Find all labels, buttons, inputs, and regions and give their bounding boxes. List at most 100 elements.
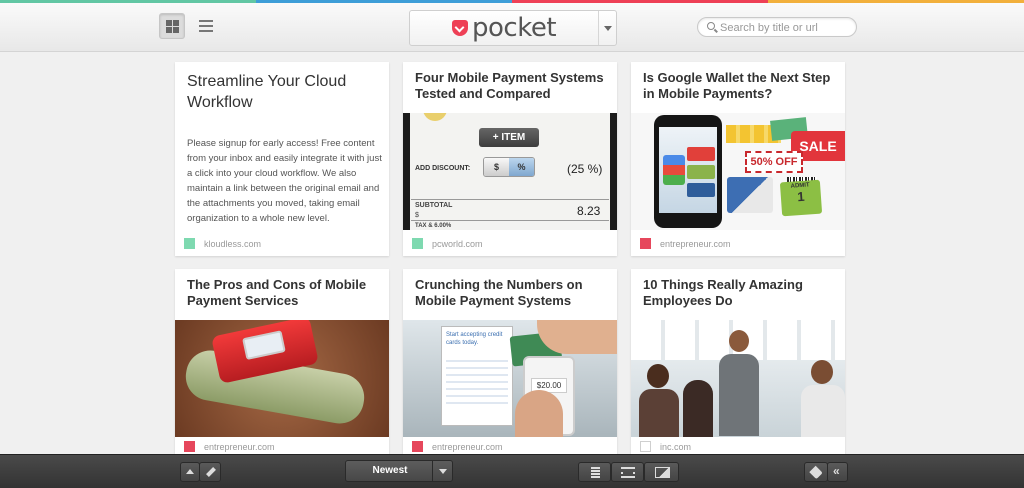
list-view-icon — [199, 20, 213, 35]
thumb-coin — [423, 113, 447, 121]
discount-toggle: $ % — [483, 157, 535, 177]
article-thumbnail[interactable]: Start accepting credit cards today. $20.… — [403, 320, 617, 437]
google-logo-shape — [663, 155, 685, 185]
subtotal-label: SUBTOTAL — [415, 202, 453, 209]
grid-view-icon — [166, 20, 179, 33]
article-card[interactable]: Streamline Your Cloud Workflow Please si… — [175, 62, 389, 256]
source-domain: entrepreneur.com — [660, 238, 731, 249]
pocket-menu[interactable]: pocket — [409, 10, 617, 46]
article-source[interactable]: entrepreneur.com — [640, 237, 731, 250]
source-favicon — [640, 441, 651, 452]
article-thumbnail[interactable] — [175, 320, 389, 437]
filter-articles-button[interactable] — [578, 462, 611, 482]
article-title[interactable]: The Pros and Cons of Mobile Payment Serv… — [187, 277, 383, 309]
screen-heading: Start accepting credit cards today. — [446, 332, 503, 346]
thumb-side-right — [610, 113, 617, 230]
phone-image — [654, 115, 722, 228]
tag-icon — [809, 465, 823, 480]
article-title[interactable]: Crunching the Numbers on Mobile Payment … — [415, 277, 611, 309]
article-excerpt: Please signup for early access! Free con… — [187, 138, 382, 224]
card-shape — [687, 147, 715, 161]
image-view-icon — [655, 467, 670, 478]
search-icon — [707, 22, 715, 30]
search-box[interactable] — [697, 17, 857, 37]
list-view-button[interactable] — [193, 13, 219, 39]
source-domain: inc.com — [660, 441, 692, 452]
laptop-screen: Start accepting credit cards today. — [441, 326, 513, 426]
article-source[interactable]: kloudless.com — [184, 237, 261, 250]
article-thumbnail[interactable] — [631, 320, 845, 437]
source-favicon — [412, 441, 423, 452]
bottom-toolbar: Newest « — [0, 454, 1024, 488]
person-back — [683, 380, 713, 437]
card-stack — [727, 177, 773, 213]
person-left — [639, 364, 679, 437]
article-thumbnail[interactable]: SALE 50% OFF ADMIT 1 — [631, 113, 845, 230]
up-arrow-icon — [186, 469, 194, 474]
person-body — [639, 389, 679, 437]
tax-label: TAX & 6.00% — [415, 223, 452, 229]
scroll-top-button[interactable] — [180, 462, 200, 482]
source-domain: entrepreneur.com — [204, 441, 275, 452]
person-body — [801, 385, 845, 437]
discount-label: ADD DISCOUNT: — [415, 165, 471, 172]
article-source[interactable]: pcworld.com — [412, 237, 483, 250]
source-domain: entrepreneur.com — [432, 441, 503, 452]
person-head — [811, 360, 833, 384]
grid-view-button[interactable] — [159, 13, 185, 39]
article-card[interactable]: Crunching the Numbers on Mobile Payment … — [403, 269, 617, 459]
pocket-logo[interactable]: pocket — [410, 11, 598, 45]
person-center — [719, 330, 759, 437]
edit-button[interactable] — [199, 462, 221, 482]
article-thumbnail[interactable]: + ITEM ADD DISCOUNT: $ % (25 %) SUBTOTAL… — [403, 113, 617, 230]
source-domain: kloudless.com — [204, 238, 262, 249]
sort-label: Newest — [372, 465, 408, 476]
top-header: pocket — [0, 3, 1024, 52]
add-item-button-image: + ITEM — [479, 128, 539, 147]
toggle-dollar: $ — [484, 158, 509, 176]
article-card[interactable]: 10 Things Really Amazing Employees Do in… — [631, 269, 845, 459]
toggle-percent: % — [509, 158, 534, 176]
currency-symbol: $ — [415, 212, 419, 219]
pocket-menu-dropdown[interactable] — [598, 11, 616, 45]
article-source[interactable]: entrepreneur.com — [184, 440, 275, 453]
article-title[interactable]: 10 Things Really Amazing Employees Do — [643, 277, 839, 309]
tags-button[interactable] — [804, 462, 828, 482]
article-title[interactable]: Four Mobile Payment Systems Tested and C… — [415, 70, 611, 102]
source-favicon — [184, 238, 195, 249]
article-card[interactable]: The Pros and Cons of Mobile Payment Serv… — [175, 269, 389, 459]
divider — [411, 220, 609, 221]
sort-select[interactable]: Newest — [345, 460, 453, 482]
filter-videos-button[interactable] — [611, 462, 644, 482]
person-body — [719, 354, 759, 436]
sort-dropdown[interactable] — [432, 461, 452, 481]
article-card[interactable]: Is Google Wallet the Next Step in Mobile… — [631, 62, 845, 256]
discount-coupon: 50% OFF — [745, 151, 803, 173]
phone-screen — [242, 330, 286, 361]
card-shape — [687, 183, 715, 197]
edit-icon — [206, 467, 216, 477]
article-title[interactable]: Streamline Your Cloud Workflow — [187, 71, 383, 113]
source-favicon — [184, 441, 195, 452]
person-head — [647, 364, 669, 388]
search-input[interactable] — [720, 20, 850, 35]
discount-percent: (25 %) — [567, 162, 603, 176]
chevron-down-icon — [439, 469, 447, 474]
chevron-down-icon — [604, 26, 612, 31]
hand-image — [515, 390, 563, 437]
article-source[interactable]: inc.com — [640, 440, 691, 453]
person-right — [801, 360, 845, 437]
article-view-icon — [591, 467, 600, 478]
phone-screen — [659, 127, 717, 213]
thumb-side-left — [403, 113, 410, 230]
filter-images-button[interactable] — [644, 462, 679, 482]
screen-lines — [446, 355, 508, 405]
admit-ticket: ADMIT 1 — [779, 179, 823, 217]
card-shape — [687, 165, 715, 179]
article-source[interactable]: entrepreneur.com — [412, 440, 503, 453]
article-card[interactable]: Four Mobile Payment Systems Tested and C… — [403, 62, 617, 256]
pocket-logo-text: pocket — [471, 13, 557, 43]
collapse-button[interactable]: « — [827, 462, 848, 482]
article-title[interactable]: Is Google Wallet the Next Step in Mobile… — [643, 70, 839, 102]
subtotal-value: 8.23 — [577, 204, 601, 218]
